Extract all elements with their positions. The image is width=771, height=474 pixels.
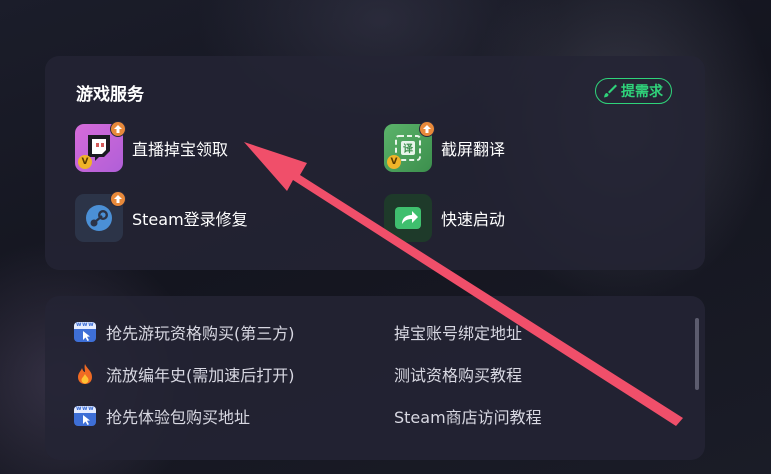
www-icon: www <box>74 405 96 427</box>
vip-badge: V <box>387 155 401 169</box>
upgrade-badge-icon <box>110 191 126 207</box>
link-label: 测试资格购买教程 <box>394 366 523 385</box>
link-label: 流放编年史(需加速后打开) <box>106 366 295 385</box>
game-services-panel: 游戏服务 提需求 V 直播掉宝领取 译 V 截屏翻译 Steam登录修复 快速启… <box>45 56 705 270</box>
link-test-qualification-tutorial[interactable]: 测试资格购买教程 <box>394 362 522 386</box>
scrollbar[interactable] <box>695 318 699 390</box>
request-feature-button[interactable]: 提需求 <box>595 78 672 104</box>
twitch-drops-icon: V <box>75 121 126 172</box>
link-early-access-third-party[interactable]: www 抢先游玩资格购买(第三方) <box>74 320 295 344</box>
service-quick-launch[interactable]: 快速启动 <box>384 194 505 242</box>
service-label: 截屏翻译 <box>441 140 506 159</box>
service-label: Steam登录修复 <box>132 210 248 229</box>
link-path-of-exile-chronicle[interactable]: 流放编年史(需加速后打开) <box>74 362 295 386</box>
link-early-access-pack[interactable]: www 抢先体验包购买地址 <box>74 404 250 428</box>
screenshot-translate-icon: 译 V <box>384 121 435 172</box>
service-steam-login-fix[interactable]: Steam登录修复 <box>75 191 248 242</box>
www-icon: www <box>74 321 96 343</box>
service-live-drops[interactable]: V 直播掉宝领取 <box>75 121 229 172</box>
upgrade-badge-icon <box>110 121 126 137</box>
link-label: 抢先体验包购买地址 <box>106 408 251 427</box>
vip-badge: V <box>78 155 92 169</box>
links-panel: www 抢先游玩资格购买(第三方) 掉宝账号绑定地址 流放编年史(需加速后打开)… <box>45 296 705 460</box>
service-label: 直播掉宝领取 <box>132 140 229 159</box>
link-label: Steam商店访问教程 <box>394 408 542 427</box>
link-drops-account-binding[interactable]: 掉宝账号绑定地址 <box>394 320 522 344</box>
request-feature-label: 提需求 <box>621 84 663 100</box>
link-steam-store-tutorial[interactable]: Steam商店访问教程 <box>394 404 542 428</box>
fire-icon <box>74 363 96 385</box>
svg-text:译: 译 <box>403 142 414 155</box>
link-label: 抢先游玩资格购买(第三方) <box>106 324 295 343</box>
brush-icon <box>604 84 617 98</box>
service-screenshot-translate[interactable]: 译 V 截屏翻译 <box>384 121 506 172</box>
quick-launch-icon <box>384 194 432 242</box>
steam-icon <box>75 191 126 242</box>
link-label: 掉宝账号绑定地址 <box>394 324 523 343</box>
service-label: 快速启动 <box>441 210 506 229</box>
upgrade-badge-icon <box>419 121 435 137</box>
panel-title: 游戏服务 <box>76 85 144 105</box>
